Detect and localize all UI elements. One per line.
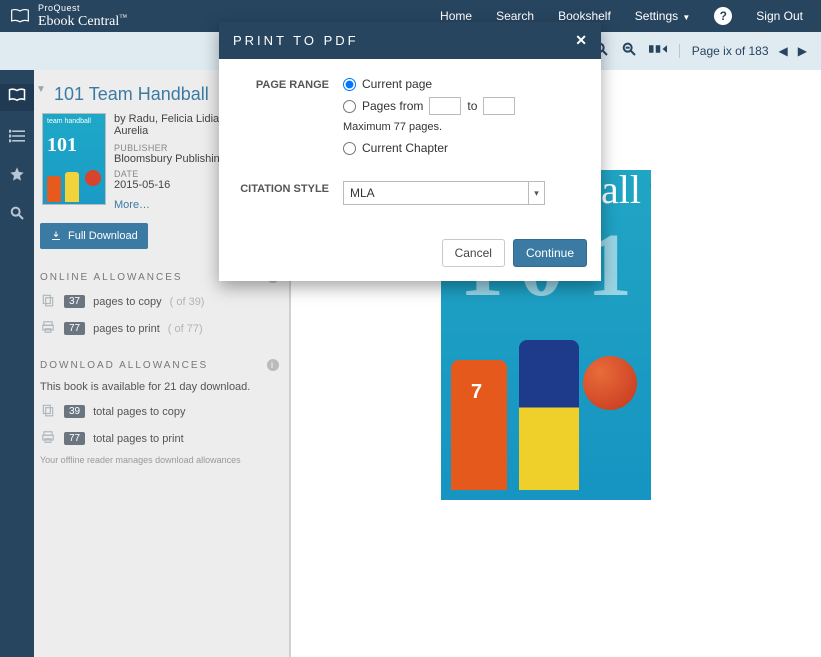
close-icon[interactable]: ✕ <box>575 32 587 49</box>
cancel-button[interactable]: Cancel <box>442 239 505 267</box>
max-pages-note: Maximum 77 pages. <box>343 121 583 133</box>
radio-current-page[interactable] <box>343 78 356 91</box>
chevron-down-icon: ▾ <box>528 182 544 204</box>
citation-style-label: CITATION STYLE <box>237 181 343 205</box>
modal-overlay: PRINT TO PDF ✕ PAGE RANGE Current page P… <box>0 0 821 657</box>
page-range-label: PAGE RANGE <box>237 77 343 161</box>
print-to-pdf-modal: PRINT TO PDF ✕ PAGE RANGE Current page P… <box>219 22 601 281</box>
option-current-page[interactable]: Current page <box>343 77 583 91</box>
radio-current-chapter[interactable] <box>343 142 356 155</box>
citation-style-select[interactable]: MLA ▾ <box>343 181 545 205</box>
option-pages-from[interactable]: Pages from to <box>343 97 583 115</box>
input-page-from[interactable] <box>429 97 461 115</box>
continue-button[interactable]: Continue <box>513 239 587 267</box>
radio-pages-from[interactable] <box>343 100 356 113</box>
input-page-to[interactable] <box>483 97 515 115</box>
option-current-chapter[interactable]: Current Chapter <box>343 141 583 155</box>
modal-title: PRINT TO PDF <box>233 33 359 48</box>
modal-header: PRINT TO PDF ✕ <box>219 22 601 59</box>
